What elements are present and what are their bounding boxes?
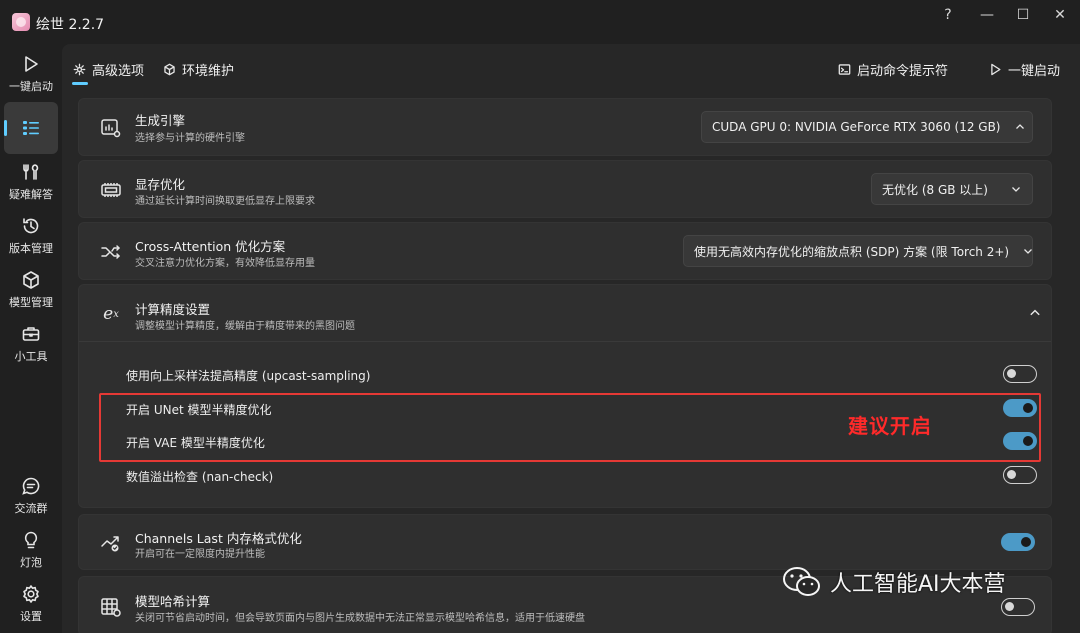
card-title: Cross-Attention 优化方案 xyxy=(135,239,286,254)
terminal-icon xyxy=(837,63,851,77)
app-logo-icon xyxy=(12,13,30,31)
tab-advanced[interactable]: 高级选项 xyxy=(72,60,144,79)
card-subtitle: 调整模型计算精度，缓解由于精度带来的黑图问题 xyxy=(135,321,355,332)
main-panel: 高级选项 环境维护 启动命令提示符 一键启动 生成引擎 选择参与计算的硬件引擎 … xyxy=(62,44,1080,633)
sidebar-item-label: 一键启动 xyxy=(9,80,53,93)
nan-check-toggle[interactable] xyxy=(1003,466,1037,484)
settings-icon xyxy=(72,63,86,77)
sidebar-item-label: 疑难解答 xyxy=(9,188,53,201)
nan-check-label: 数值溢出检查 (nan-check) xyxy=(126,470,274,484)
sidebar: 一键启动 疑难解答 版本管理 模型管理 小工具 交流群 灯泡 设置 xyxy=(0,44,62,633)
card-subtitle: 通过延长计算时间换取更低显存上限要求 xyxy=(135,196,315,207)
attention-card: Cross-Attention 优化方案 交叉注意力优化方案，有效降低显存用量 … xyxy=(78,222,1052,280)
sidebar-item-label: 模型管理 xyxy=(9,296,53,309)
annotation-text: 建议开启 xyxy=(848,414,932,438)
list-icon xyxy=(21,118,41,138)
button-label: 一键启动 xyxy=(1008,64,1061,79)
card-title: 显存优化 xyxy=(135,177,186,192)
maximize-button[interactable]: ☐ xyxy=(1003,4,1043,26)
upcast-sampling-label: 使用向上采样法提高精度 (upcast-sampling) xyxy=(126,369,371,383)
sidebar-item-label: 灯泡 xyxy=(20,556,42,569)
vram-card: 显存优化 通过延长计算时间换取更低显存上限要求 无优化 (8 GB 以上) xyxy=(78,160,1052,218)
card-title: 计算精度设置 xyxy=(135,302,211,317)
card-subtitle: 选择参与计算的硬件引擎 xyxy=(135,133,245,144)
tab-bar: 高级选项 环境维护 启动命令提示符 一键启动 xyxy=(62,44,1080,94)
divider xyxy=(79,341,1051,342)
window-title: 绘世 2.2.7 xyxy=(36,17,105,33)
select-value: 使用无高效内存优化的缩放点积 (SDP) 方案 (限 Torch 2+) xyxy=(694,244,1010,259)
sidebar-item-troubleshoot[interactable]: 疑难解答 xyxy=(4,156,58,208)
trend-up-icon xyxy=(99,531,123,555)
chevron-up-icon xyxy=(1015,121,1025,133)
memory-chip-icon xyxy=(99,178,123,202)
tab-environment[interactable]: 环境维护 xyxy=(162,60,234,79)
help-button[interactable]: ? xyxy=(928,4,968,26)
bulb-icon xyxy=(21,530,41,550)
sidebar-item-versions[interactable]: 版本管理 xyxy=(4,210,58,262)
chevron-up-icon[interactable] xyxy=(1029,307,1041,322)
cube-icon xyxy=(21,270,41,290)
chevron-down-icon xyxy=(1010,183,1022,195)
chat-icon xyxy=(21,476,41,496)
tab-label: 高级选项 xyxy=(92,64,145,79)
card-title: 模型哈希计算 xyxy=(135,594,211,609)
sidebar-item-tools[interactable]: 小工具 xyxy=(4,318,58,370)
play-icon xyxy=(988,63,1002,77)
card-subtitle: 关闭可节省启动时间，但会导致页面内与图片生成数据中无法正常显示模型哈希信息，适用… xyxy=(135,613,585,624)
sidebar-item-label: 版本管理 xyxy=(9,242,53,255)
engine-select[interactable]: CUDA GPU 0: NVIDIA GeForce RTX 3060 (12 … xyxy=(701,111,1033,143)
channels-last-toggle[interactable] xyxy=(1001,533,1035,551)
attention-select[interactable]: 使用无高效内存优化的缩放点积 (SDP) 方案 (限 Torch 2+) xyxy=(683,235,1033,267)
watermark-text: 人工智能AI大本营 xyxy=(830,572,1006,597)
tab-label: 环境维护 xyxy=(182,64,235,79)
channels-last-card: Channels Last 内存格式优化 开启可在一定限度内提升性能 xyxy=(78,514,1052,570)
select-value: CUDA GPU 0: NVIDIA GeForce RTX 3060 (12 … xyxy=(712,120,1001,134)
select-value: 无优化 (8 GB 以上) xyxy=(882,182,988,197)
launch-button[interactable]: 一键启动 xyxy=(988,60,1060,79)
button-label: 启动命令提示符 xyxy=(857,64,949,79)
gear-icon xyxy=(21,584,41,604)
sidebar-item-launch[interactable]: 一键启动 xyxy=(4,48,58,100)
sidebar-item-advanced[interactable] xyxy=(4,102,58,154)
sidebar-item-bulb[interactable]: 灯泡 xyxy=(4,524,58,576)
card-subtitle: 交叉注意力优化方案，有效降低显存用量 xyxy=(135,258,315,269)
chevron-down-icon xyxy=(1023,245,1033,257)
sidebar-item-models[interactable]: 模型管理 xyxy=(4,264,58,316)
sidebar-item-label: 交流群 xyxy=(14,502,48,515)
wrench-icon xyxy=(21,162,41,182)
history-icon xyxy=(21,216,41,236)
watermark: 人工智能AI大本营 xyxy=(782,565,1006,599)
shuffle-icon xyxy=(99,240,123,264)
table-icon xyxy=(99,595,123,619)
sidebar-item-community[interactable]: 交流群 xyxy=(4,470,58,522)
chart-gear-icon xyxy=(99,116,123,140)
card-subtitle: 开启可在一定限度内提升性能 xyxy=(135,549,265,560)
toolbox-icon xyxy=(21,324,41,344)
title-bar: 绘世 2.2.7 ? — ☐ ✕ xyxy=(0,0,1080,44)
vram-select[interactable]: 无优化 (8 GB 以上) xyxy=(871,173,1033,205)
card-title: 生成引擎 xyxy=(135,113,186,128)
upcast-sampling-toggle[interactable] xyxy=(1003,365,1037,383)
exponent-icon: ex xyxy=(103,304,119,324)
open-terminal-button[interactable]: 启动命令提示符 xyxy=(837,60,948,79)
close-button[interactable]: ✕ xyxy=(1040,4,1080,26)
sidebar-item-label: 设置 xyxy=(20,610,42,623)
wechat-logo-icon xyxy=(783,567,820,596)
sidebar-item-settings[interactable]: 设置 xyxy=(4,578,58,630)
model-hash-toggle[interactable] xyxy=(1001,598,1035,616)
package-icon xyxy=(162,63,176,77)
active-tab-indicator xyxy=(72,82,88,85)
sidebar-item-label: 小工具 xyxy=(14,350,48,363)
engine-card: 生成引擎 选择参与计算的硬件引擎 CUDA GPU 0: NVIDIA GeFo… xyxy=(78,98,1052,156)
play-icon xyxy=(21,54,41,74)
minimize-button[interactable]: — xyxy=(967,4,1007,26)
